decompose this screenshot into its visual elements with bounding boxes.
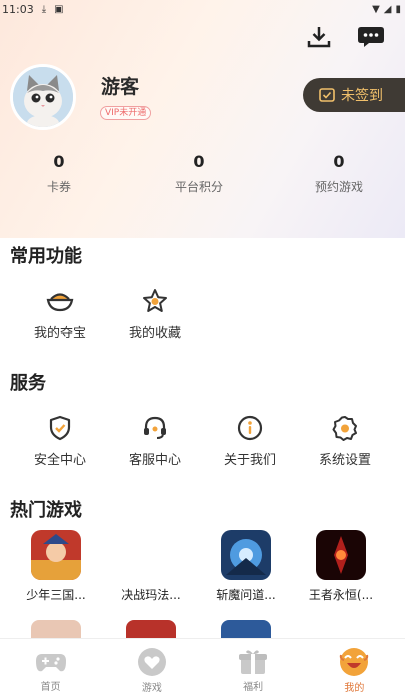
stat-reserved-games[interactable]: 0 预约游戏: [279, 152, 399, 195]
section-title-services: 服务: [10, 373, 46, 394]
headset-icon: [144, 416, 166, 439]
section-title-common: 常用功能: [10, 246, 82, 267]
message-button[interactable]: [356, 22, 386, 52]
download-icon: [307, 27, 331, 48]
game-name: 斩魔问道...: [216, 588, 276, 602]
nav-label: 首页: [40, 682, 61, 693]
calendar-check-icon: [319, 88, 335, 102]
nav-label: 我的: [344, 683, 365, 693]
service-item-label: 客服中心: [128, 453, 181, 468]
gamepad-icon: [35, 653, 66, 671]
game-thumbnail: [31, 530, 81, 580]
common-item-treasure[interactable]: 我的夺宝: [13, 286, 107, 341]
info-icon: [237, 415, 263, 441]
game-name: 少年三国...: [26, 588, 86, 602]
stat-label: 卡券: [46, 180, 71, 194]
game-thumbnail-partial[interactable]: [31, 620, 81, 640]
heart-icon: [137, 648, 166, 676]
game-name: 决战玛法...: [121, 588, 181, 602]
nav-home[interactable]: 首页: [0, 639, 101, 693]
nav-games[interactable]: 游戏: [101, 639, 202, 693]
stat-coupons[interactable]: 0 卡券: [0, 152, 119, 195]
game-item[interactable]: 王者永恒(...: [294, 530, 388, 603]
shield-icon: [49, 415, 71, 441]
game-name: 王者永恒(...: [308, 588, 374, 602]
game-thumbnail-partial[interactable]: [126, 620, 176, 640]
username[interactable]: 游客: [101, 72, 139, 99]
service-item-security[interactable]: 安全中心: [13, 413, 107, 468]
service-item-about[interactable]: 关于我们: [203, 413, 297, 468]
stat-value: 0: [333, 152, 345, 171]
game-item[interactable]: 少年三国...: [9, 530, 103, 603]
service-item-support[interactable]: 客服中心: [108, 413, 202, 468]
signal-icon: ◢: [383, 3, 392, 15]
avatar[interactable]: [10, 64, 76, 130]
stat-value: 0: [53, 152, 65, 171]
nav-mine[interactable]: 我的: [304, 639, 405, 693]
nav-label: 福利: [243, 682, 264, 693]
vip-status-badge[interactable]: VIP未开通: [100, 106, 152, 120]
battery-icon: ▮: [395, 3, 401, 15]
service-item-label: 安全中心: [33, 453, 86, 468]
treasure-icon: [46, 293, 74, 312]
game-thumbnail: [126, 530, 176, 580]
service-item-label: 关于我们: [223, 453, 276, 468]
service-item-label: 系统设置: [318, 453, 371, 468]
cat-avatar-icon: [13, 67, 73, 127]
nav-welfare[interactable]: 福利: [203, 639, 304, 693]
common-item-label: 我的收藏: [128, 326, 181, 341]
game-item[interactable]: 斩魔问道...: [199, 530, 293, 603]
status-bar: 11:03 ⤓ ▣ ▼ ◢ ▮: [0, 0, 405, 18]
nav-label: 游戏: [141, 683, 162, 693]
common-item-favorites[interactable]: 我的收藏: [108, 286, 202, 341]
game-item[interactable]: 决战玛法...: [104, 530, 198, 603]
service-item-settings[interactable]: 系统设置: [298, 413, 392, 468]
download-status-icon: ⤓: [41, 3, 47, 15]
game-thumbnail-partial[interactable]: [221, 620, 271, 640]
bottom-nav: 首页 游戏 福利 我的: [0, 638, 405, 693]
download-button[interactable]: [304, 22, 334, 52]
checkin-label: 未签到: [341, 88, 383, 104]
stat-label: 平台积分: [174, 180, 223, 194]
status-time: 11:03: [2, 2, 34, 16]
gear-icon: [332, 416, 357, 441]
section-title-hot-games: 热门游戏: [10, 500, 82, 521]
stat-value: 0: [193, 152, 205, 171]
notification-status-icon: ▣: [54, 3, 64, 15]
star-icon: [143, 289, 167, 312]
game-thumbnail: [316, 530, 366, 580]
wifi-icon: ▼: [372, 3, 380, 15]
chat-icon: [358, 27, 384, 47]
smiley-icon: [340, 648, 369, 676]
game-thumbnail: [221, 530, 271, 580]
stat-label: 预约游戏: [314, 180, 363, 194]
checkin-button[interactable]: 未签到: [303, 78, 405, 112]
gift-icon: [239, 649, 268, 674]
common-item-label: 我的夺宝: [33, 326, 86, 341]
stat-points[interactable]: 0 平台积分: [139, 152, 259, 195]
